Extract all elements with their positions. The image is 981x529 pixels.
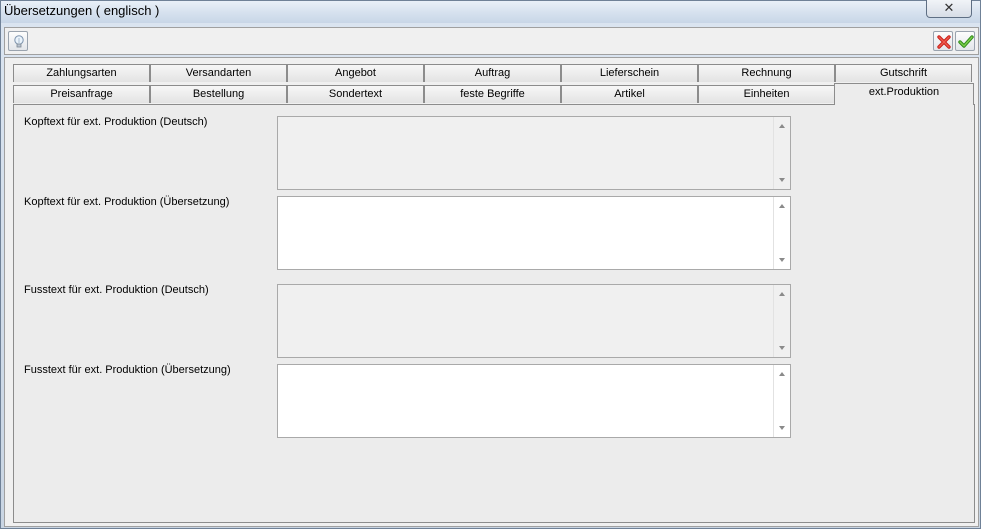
close-button[interactable]: ✕ xyxy=(926,0,972,18)
tab-sondertext[interactable]: Sondertext xyxy=(287,85,424,103)
tab-lieferschein[interactable]: Lieferschein xyxy=(561,64,698,82)
tab-ext-produktion[interactable]: ext.Produktion xyxy=(834,83,974,105)
scroll-up-icon[interactable] xyxy=(779,124,785,128)
scroll-up-icon[interactable] xyxy=(779,372,785,376)
tab-panel-ext-produktion: Kopftext für ext. Produktion (Deutsch) K… xyxy=(13,104,975,523)
confirm-button[interactable] xyxy=(955,31,975,51)
fusstext-deutsch-memo[interactable] xyxy=(277,284,791,358)
scrollbar[interactable] xyxy=(773,197,790,269)
tab-bestellung[interactable]: Bestellung xyxy=(150,85,287,103)
kopftext-deutsch-label: Kopftext für ext. Produktion (Deutsch) xyxy=(24,116,208,128)
cancel-button[interactable] xyxy=(933,31,953,51)
tab-auftrag[interactable]: Auftrag xyxy=(424,64,561,82)
scrollbar[interactable] xyxy=(773,365,790,437)
scroll-up-icon[interactable] xyxy=(779,204,785,208)
translation-window: Übersetzungen ( englisch ) ✕ Zahlungsart… xyxy=(0,0,981,529)
tab-rechnung[interactable]: Rechnung xyxy=(698,64,835,82)
kopftext-deutsch-memo[interactable] xyxy=(277,116,791,190)
title-bar[interactable]: Übersetzungen ( englisch ) ✕ xyxy=(1,0,980,23)
scrollbar[interactable] xyxy=(773,117,790,189)
tab-preisanfrage[interactable]: Preisanfrage xyxy=(13,85,150,103)
scrollbar[interactable] xyxy=(773,285,790,357)
toolbar xyxy=(4,27,979,55)
kopftext-uebersetzung-memo[interactable] xyxy=(277,196,791,270)
tab-feste-begriffe[interactable]: feste Begriffe xyxy=(424,85,561,103)
tab-zahlungsarten[interactable]: Zahlungsarten xyxy=(13,64,150,82)
scroll-down-icon[interactable] xyxy=(779,426,785,430)
tab-artikel[interactable]: Artikel xyxy=(561,85,698,103)
window-title: Übersetzungen ( englisch ) xyxy=(4,3,160,18)
tab-control: Zahlungsarten Versandarten Angebot Auftr… xyxy=(4,57,979,527)
kopftext-uebersetzung-label: Kopftext für ext. Produktion (Übersetzun… xyxy=(24,196,230,208)
tab-einheiten[interactable]: Einheiten xyxy=(698,85,835,103)
scroll-down-icon[interactable] xyxy=(779,178,785,182)
tab-versandarten[interactable]: Versandarten xyxy=(150,64,287,82)
tab-angebot[interactable]: Angebot xyxy=(287,64,424,82)
hint-button[interactable] xyxy=(8,31,28,51)
scroll-up-icon[interactable] xyxy=(779,292,785,296)
scroll-down-icon[interactable] xyxy=(779,258,785,262)
fusstext-deutsch-label: Fusstext für ext. Produktion (Deutsch) xyxy=(24,284,209,296)
fusstext-uebersetzung-label: Fusstext für ext. Produktion (Übersetzun… xyxy=(24,364,231,376)
tab-gutschrift[interactable]: Gutschrift xyxy=(835,64,972,82)
fusstext-uebersetzung-memo[interactable] xyxy=(277,364,791,438)
scroll-down-icon[interactable] xyxy=(779,346,785,350)
